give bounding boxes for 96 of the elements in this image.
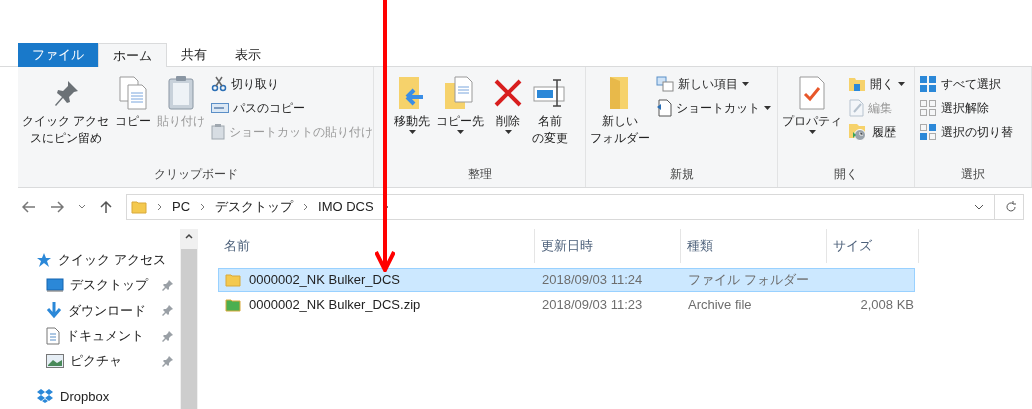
invert-selection-icon (919, 123, 937, 141)
pin-icon (162, 279, 174, 291)
column-header[interactable]: サイズ (833, 236, 872, 256)
ribbon-button[interactable]: 名前 の変更 (530, 73, 570, 147)
forward-icon[interactable] (50, 201, 64, 213)
caret-icon (742, 82, 749, 86)
caret-icon (808, 130, 816, 134)
pin-icon (162, 329, 174, 342)
ribbon-button[interactable]: 履歴 (848, 121, 905, 143)
breadcrumb[interactable]: IMO DCS (318, 197, 374, 217)
nav-item[interactable]: Dropbox (60, 386, 110, 407)
path-icon (211, 102, 230, 114)
download-icon (46, 301, 62, 320)
chevron-right-icon (157, 203, 162, 211)
zip-folder-icon (225, 298, 241, 312)
history-icon (848, 123, 868, 141)
chevron-right-icon (200, 203, 206, 211)
ribbon-tab[interactable]: ホーム (98, 43, 167, 67)
dropbox-icon (36, 388, 54, 405)
nav-item[interactable]: ダウンロード (68, 300, 146, 321)
refresh-icon[interactable] (1005, 201, 1017, 213)
edit-icon (848, 99, 864, 117)
pin-icon (162, 304, 174, 317)
ribbon-button[interactable]: コピー (113, 73, 154, 130)
caret-icon (764, 106, 771, 110)
properties-icon (798, 75, 826, 111)
group-label: 選択 (961, 166, 985, 183)
rename-icon (532, 77, 568, 109)
ribbon-button[interactable]: 切り取り (211, 73, 374, 95)
back-icon[interactable] (22, 201, 36, 213)
copy-icon (117, 75, 150, 111)
folder-icon (131, 200, 147, 214)
ribbon-button[interactable]: 開く (848, 73, 905, 95)
chevron-down-icon[interactable] (78, 204, 86, 210)
ribbon-button[interactable]: プロパティ (780, 73, 844, 134)
file-type: Archive file (687, 296, 753, 315)
up-icon[interactable] (100, 200, 112, 214)
shortcut-paste-icon (211, 124, 226, 140)
scrollbar[interactable] (180, 229, 198, 409)
ribbon-button[interactable]: クイック アクセ スにピン留め (20, 73, 112, 147)
nav-item[interactable]: ドキュメント (66, 325, 144, 346)
desktop-icon (46, 278, 64, 292)
ribbon-tab[interactable]: 共有 (167, 43, 221, 67)
ribbon-button[interactable]: 選択の切り替 (919, 121, 1013, 143)
select-all-icon (919, 75, 937, 93)
ribbon-tab[interactable]: ファイル (18, 43, 98, 67)
ribbon-button[interactable]: パスのコピー (211, 97, 374, 119)
ribbon-tab[interactable]: 表示 (221, 43, 275, 67)
open-folder-icon (848, 76, 866, 92)
file-name: 0000002_NK Bulker_DCS (249, 271, 401, 290)
folder-icon (225, 273, 241, 287)
file-size: 2,008 KB (860, 296, 914, 315)
file-row[interactable]: 0000002_NK Bulker_DCS 2018/09/03 11:24 ファイル フォルダー (218, 268, 915, 292)
shortcut-icon (656, 99, 672, 117)
pin-icon (162, 354, 174, 367)
scroll-up-icon[interactable] (185, 233, 193, 239)
ribbon-button[interactable]: すべて選択 (919, 73, 1013, 95)
caret-icon (408, 130, 416, 134)
chevron-right-icon (303, 203, 309, 211)
document-icon (46, 326, 60, 345)
clipboard-icon (166, 75, 197, 111)
ribbon-button[interactable]: 選択解除 (919, 97, 1013, 119)
modified-date: 2018/09/03 11:23 (541, 296, 644, 315)
caret-icon (504, 130, 512, 134)
select-none-icon (919, 99, 937, 117)
new-item-icon (656, 76, 674, 92)
picture-icon (46, 353, 64, 368)
file-type: ファイル フォルダー (687, 271, 810, 290)
caret-icon (456, 130, 464, 134)
chevron-down-icon[interactable] (974, 204, 984, 210)
address-bar[interactable]: PC デスクトップ IMO DCS (126, 194, 1024, 220)
scissors-icon (211, 76, 228, 92)
column-header[interactable]: 更新日時 (541, 236, 593, 256)
ribbon-button[interactable]: 削除 (488, 73, 528, 134)
breadcrumb[interactable]: デスクトップ (215, 197, 294, 217)
ribbon-button[interactable]: ショートカット (656, 97, 771, 119)
ribbon-button[interactable]: コピー先 (434, 73, 486, 134)
group-label: 新規 (669, 166, 694, 183)
ribbon-button[interactable]: 新しい フォルダー (588, 73, 652, 147)
nav-item[interactable]: ピクチャ (70, 351, 122, 371)
ribbon-button[interactable]: 移動先 (392, 73, 432, 134)
delete-icon (492, 77, 524, 109)
star-icon (36, 251, 52, 268)
column-header[interactable]: 名前 (224, 236, 250, 256)
nav-item[interactable]: デスクトップ (70, 275, 148, 295)
caret-icon (898, 82, 905, 86)
file-name: 0000002_NK Bulker_DCS.zip (249, 296, 421, 315)
group-label: 開く (834, 166, 858, 183)
file-row[interactable]: 0000002_NK Bulker_DCS.zip 2018/09/03 11:23 Archive file 2,008 KB (218, 293, 915, 317)
breadcrumb[interactable]: PC (172, 197, 191, 217)
nav-item[interactable]: クイック アクセス (58, 249, 166, 270)
ribbon-button[interactable]: 新しい項目 (656, 73, 771, 95)
modified-date: 2018/09/03 11:24 (541, 271, 644, 290)
group-label: クリップボード (153, 166, 238, 183)
group-label: 整理 (467, 166, 492, 183)
column-header[interactable]: 種類 (687, 236, 713, 256)
